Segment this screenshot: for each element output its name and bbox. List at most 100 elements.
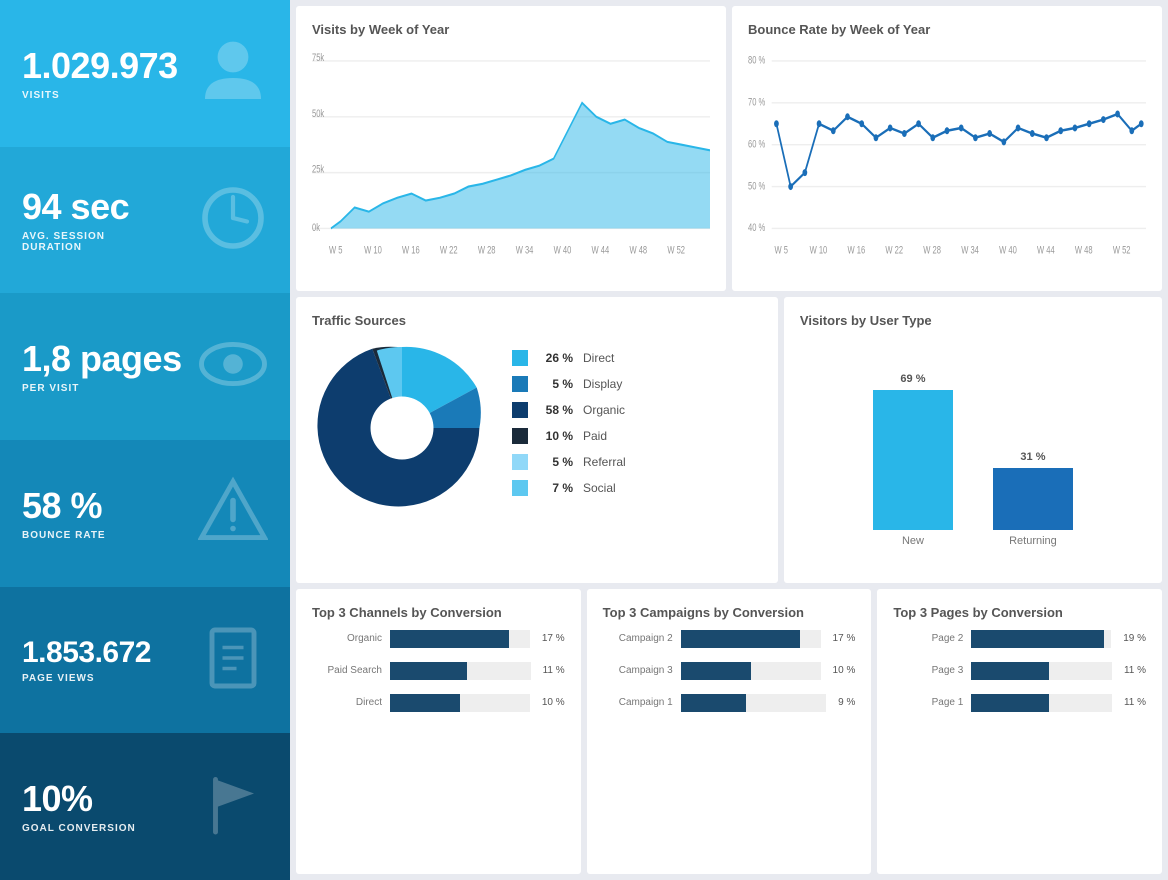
clock-icon [198,183,268,258]
bounce-chart-container: 80 % 70 % 60 % 50 % 40 % [748,47,1146,270]
goal-value: 10% [22,779,136,819]
warning-icon [198,476,268,551]
legend-label-social: Social [583,481,616,495]
campaign-row-1: Campaign 3 10 % [603,662,856,680]
channel-label-2: Direct [312,697,382,708]
svg-text:W 40: W 40 [554,244,572,257]
channel-label-1: Paid Search [312,665,382,676]
svg-text:40 %: 40 % [748,222,766,235]
visits-chart-container: 75k 50k 25k 0k W 5 W 10 W 16 W 22 W 28 W… [312,47,710,270]
campaign-fill-2 [681,694,746,712]
svg-text:W 52: W 52 [667,244,685,257]
channel-label-0: Organic [312,633,382,644]
bounce-chart-title: Bounce Rate by Week of Year [748,22,1146,37]
user-type-title: Visitors by User Type [800,313,1146,328]
pageviews-card: 1.853.672 PAGE VIEWS [0,587,290,734]
bounce-card: 58 % BOUNCE RATE [0,440,290,587]
page-row-1: Page 3 11 % [893,662,1146,680]
campaign-row-0: Campaign 2 17 % [603,630,856,648]
legend-pct-social: 7 % [538,481,573,495]
legend-color-organic [512,402,528,418]
svg-text:W 22: W 22 [440,244,458,257]
svg-text:W 34: W 34 [516,244,534,257]
user-type-card: Visitors by User Type 69 % New 31 % Retu… [784,297,1162,582]
pie-chart-container [312,338,492,518]
visits-chart-card: Visits by Week of Year 75k 50k 25k 0k [296,6,726,291]
legend-pct-display: 5 % [538,377,573,391]
campaign-track-1 [681,662,821,680]
bounce-chart-card: Bounce Rate by Week of Year 80 % 70 % 60… [732,6,1162,291]
campaign-label-0: Campaign 2 [603,633,673,644]
eye-icon [198,329,268,404]
row-conversions: Top 3 Channels by Conversion Organic 17 … [296,589,1162,874]
channel-track-2 [390,694,530,712]
visits-card: 1.029.973 VISITS [0,0,290,147]
campaigns-card: Top 3 Campaigns by Conversion Campaign 2… [587,589,872,874]
visits-chart-title: Visits by Week of Year [312,22,710,37]
svg-text:W 16: W 16 [848,244,866,257]
returning-users-label: Returning [1009,535,1057,547]
campaigns-title: Top 3 Campaigns by Conversion [603,605,856,620]
visits-line-chart: 75k 50k 25k 0k W 5 W 10 W 16 W 22 W 28 W… [312,47,710,270]
legend-label-display: Display [583,377,622,391]
person-icon [198,36,268,111]
visits-value: 1.029.973 [22,46,178,86]
user-type-chart: 69 % New 31 % Returning [800,338,1146,566]
legend-pct-direct: 26 % [538,351,573,365]
legend-social: 7 % Social [512,480,762,496]
campaign-pct-0: 17 % [833,633,856,644]
page-track-0 [971,630,1111,648]
svg-text:60 %: 60 % [748,138,766,151]
session-value: 94 sec [22,187,129,227]
channel-fill-1 [390,662,467,680]
row-traffic: Traffic Sources [296,297,1162,582]
svg-text:80 %: 80 % [748,54,766,67]
legend-paid: 10 % Paid [512,428,762,444]
legend-color-social [512,480,528,496]
campaign-label-2: Campaign 1 [603,697,673,708]
document-icon [198,623,268,698]
pages-conv-title: Top 3 Pages by Conversion [893,605,1146,620]
legend-label-organic: Organic [583,403,625,417]
pages-label: PER VISIT [22,383,182,394]
page-pct-2: 11 % [1124,697,1146,708]
campaign-fill-0 [681,630,800,648]
svg-text:70 %: 70 % [748,96,766,109]
pages-bars: Page 2 19 % Page 3 11 % Page 1 [893,630,1146,712]
legend-direct: 26 % Direct [512,350,762,366]
campaign-pct-2: 9 % [838,697,855,708]
returning-users-group: 31 % Returning [993,451,1073,547]
channel-pct-0: 17 % [542,633,565,644]
legend-label-paid: Paid [583,429,607,443]
pages-value: 1,8 pages [22,339,182,379]
svg-text:W 10: W 10 [364,244,382,257]
svg-text:W 28: W 28 [923,244,941,257]
campaign-fill-1 [681,662,751,680]
svg-text:W 22: W 22 [885,244,903,257]
svg-text:0k: 0k [312,222,320,235]
pageviews-label: PAGE VIEWS [22,673,151,684]
legend-organic: 58 % Organic [512,402,762,418]
legend-label-direct: Direct [583,351,614,365]
new-users-label: New [902,535,924,547]
svg-text:W 16: W 16 [402,244,420,257]
svg-text:W 28: W 28 [478,244,496,257]
svg-text:W 52: W 52 [1113,244,1131,257]
channel-track-0 [390,630,530,648]
svg-text:50 %: 50 % [748,180,766,193]
bounce-label: BOUNCE RATE [22,530,106,541]
legend-pct-organic: 58 % [538,403,573,417]
main-content: Visits by Week of Year 75k 50k 25k 0k [290,0,1168,880]
svg-text:W 44: W 44 [1037,244,1055,257]
page-label-2: Page 1 [893,697,963,708]
page-pct-1: 11 % [1124,665,1146,676]
campaign-track-2 [681,694,826,712]
new-users-bar [873,390,953,530]
visits-label: VISITS [22,90,178,101]
bounce-line-chart: 80 % 70 % 60 % 50 % 40 % [748,47,1146,270]
svg-text:25k: 25k [312,163,324,176]
svg-text:W 5: W 5 [775,244,788,257]
returning-users-bar [993,468,1073,530]
flag-icon [198,769,268,844]
campaign-row-2: Campaign 1 9 % [603,694,856,712]
